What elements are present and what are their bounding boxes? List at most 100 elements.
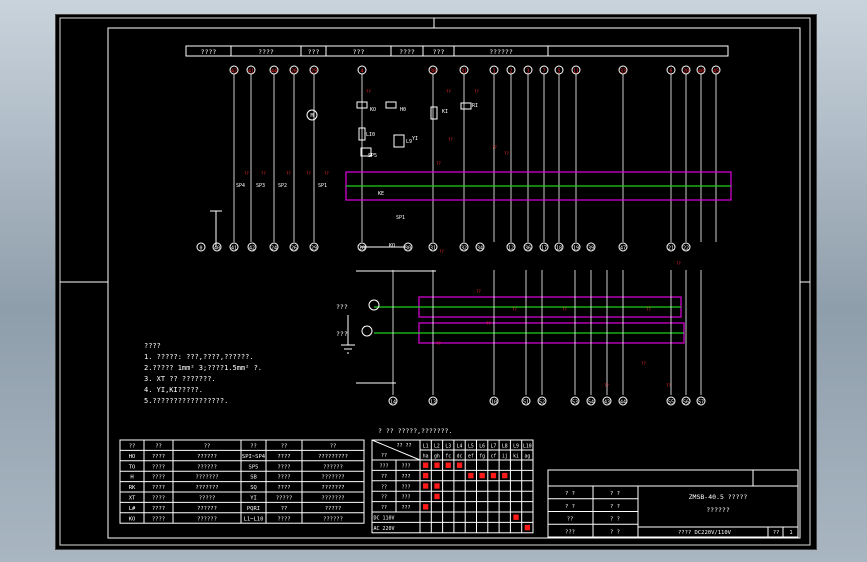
legend-cell: ??????? [195,475,218,481]
state-col-sub: ki [513,454,519,460]
state-col-sub: gh [434,454,440,460]
state-col-header: L2 [434,444,440,450]
legend-cell: ?? [204,444,211,450]
legend-cell: ?????? [197,506,217,512]
wire-number: ?? [286,171,291,176]
state-mark [423,483,429,489]
relay-label: LI0 [366,132,375,138]
drawing-title: ZMSB-40.5 ????? [689,493,748,501]
terminal-label: 32 [461,246,467,252]
wire-number: ?? [474,89,479,94]
legend-cell: SP5 [249,464,259,470]
wire-number: ?? [646,307,651,312]
state-row-sublabel: ??? [401,464,410,470]
title-cell: ? ? [610,491,620,497]
motor-label: M [310,113,313,119]
state-mark [468,472,474,479]
legend-cell: ?????? [197,516,217,522]
bus-label: 3 [526,69,529,75]
legend-cell: ???? [277,485,290,491]
wire-number: ?? [436,341,441,346]
bus-label: 26 [291,69,297,75]
legend-cell: ????? [325,506,342,512]
terminal-label: 17 [541,246,547,252]
state-col-header: L10 [523,444,532,450]
legend-cell: PQRI [247,506,260,512]
state-corner-top: ?? ?? [396,443,411,449]
drawing-sheet: ??????????????????????????? 42 41 44 26 29 4 3… [55,14,817,550]
title-cell: ? ? [565,491,575,497]
terminal-label: 24 [271,246,277,252]
terminal-label: 34 [477,246,483,252]
terminal-label: 0 [199,246,202,252]
legend-cell: ??????? [321,475,344,481]
wire-number: ?? [641,361,646,366]
wire-number: ?? [504,151,509,156]
notes-block: ???? 1. ?????: ???,????,??????. 2.????? … [144,342,262,405]
state-row-label: ?? [381,495,387,501]
relay-label: KE [378,191,384,197]
wire-number: ?? [512,307,517,312]
title-block: ? ?? ?? ?? ???? ????? ?ZMSB-40.5 ???????… [547,469,799,538]
bus-label: 1 [492,69,495,75]
bottom-terminal-label: 44 [620,400,626,406]
legend-cell: ????? [199,496,216,502]
relay-label: SP5 [368,153,377,159]
notes-line-3: 3. XT ?? ???????. [144,375,216,383]
state-row-sublabel: ??? [401,474,410,480]
legend-cell: ????????? [318,454,348,460]
state-col-header: L9 [513,444,519,450]
state-mark [490,472,497,479]
wire-number: ?? [562,307,567,312]
bus-label: 4 [360,69,363,75]
state-row-label: DC 110V [373,516,394,522]
title-cell: ??? [565,529,575,535]
bus-label: 44 [271,69,277,75]
state-col-sub: fc [445,454,451,460]
wire-number: ?? [324,171,329,176]
state-col-sub: fg [479,454,485,460]
state-table: ?? ???? L1 ha L2 gh L3 fc L4 dc L5 ef L6 fg L7 cf L8 ij L… [371,439,534,534]
bus-label: 45 [713,69,719,75]
state-col-header: L1 [423,444,429,450]
header-cell: ???? [399,48,415,56]
terminal-label: 29 [311,246,317,252]
state-row-label: ?? [381,484,387,490]
legend-cell: ???? [152,485,165,491]
legend-cell: ???? [277,464,290,470]
legend-cell: H [130,475,133,481]
bottom-terminal-label: 57 [698,400,704,406]
wire-number: ?? [261,171,266,176]
relay-label: SP3 [256,183,265,189]
bottom-terminal-label: 56 [683,400,689,406]
state-mark [445,462,451,468]
wire-number: ?? [604,383,609,388]
bottom-terminal-label: 10 [491,400,497,406]
legend-cell: ??????? [195,485,218,491]
relay-label: RI [472,103,478,109]
wire-number: ?? [486,321,491,326]
state-col-header: L5 [468,444,474,450]
relay-label: SP1 [396,215,405,221]
legend-cell: TO [129,464,136,470]
terminal-label: 28 [359,246,365,252]
state-col-sub: ij [502,454,508,460]
state-col-header: L8 [502,444,508,450]
legend-cell: ???? [152,464,165,470]
legend-cell: ?? [281,506,288,512]
relay-label: KO [370,107,376,113]
legend-cell: ???? [152,506,165,512]
relay-label: SP1 [318,183,327,189]
bus-label: 5 [557,69,560,75]
legend-cell: ???? [277,475,290,481]
bottom-terminal-label: 52 [539,400,545,406]
bottom-terminal-label: 54 [588,400,594,406]
legend-table: ?????????? ??HO?????????? SPI~SP4?????????… [119,439,365,524]
bottom-terminal-label: 14 [390,400,396,406]
title-sheet-number: 1 [789,530,792,536]
state-col-sub: ef [468,454,474,460]
bus-label: 41 [248,69,254,75]
header-cell: ???? [258,48,274,56]
legend-cell: SB [250,475,257,481]
legend-cell: ???? [152,454,165,460]
